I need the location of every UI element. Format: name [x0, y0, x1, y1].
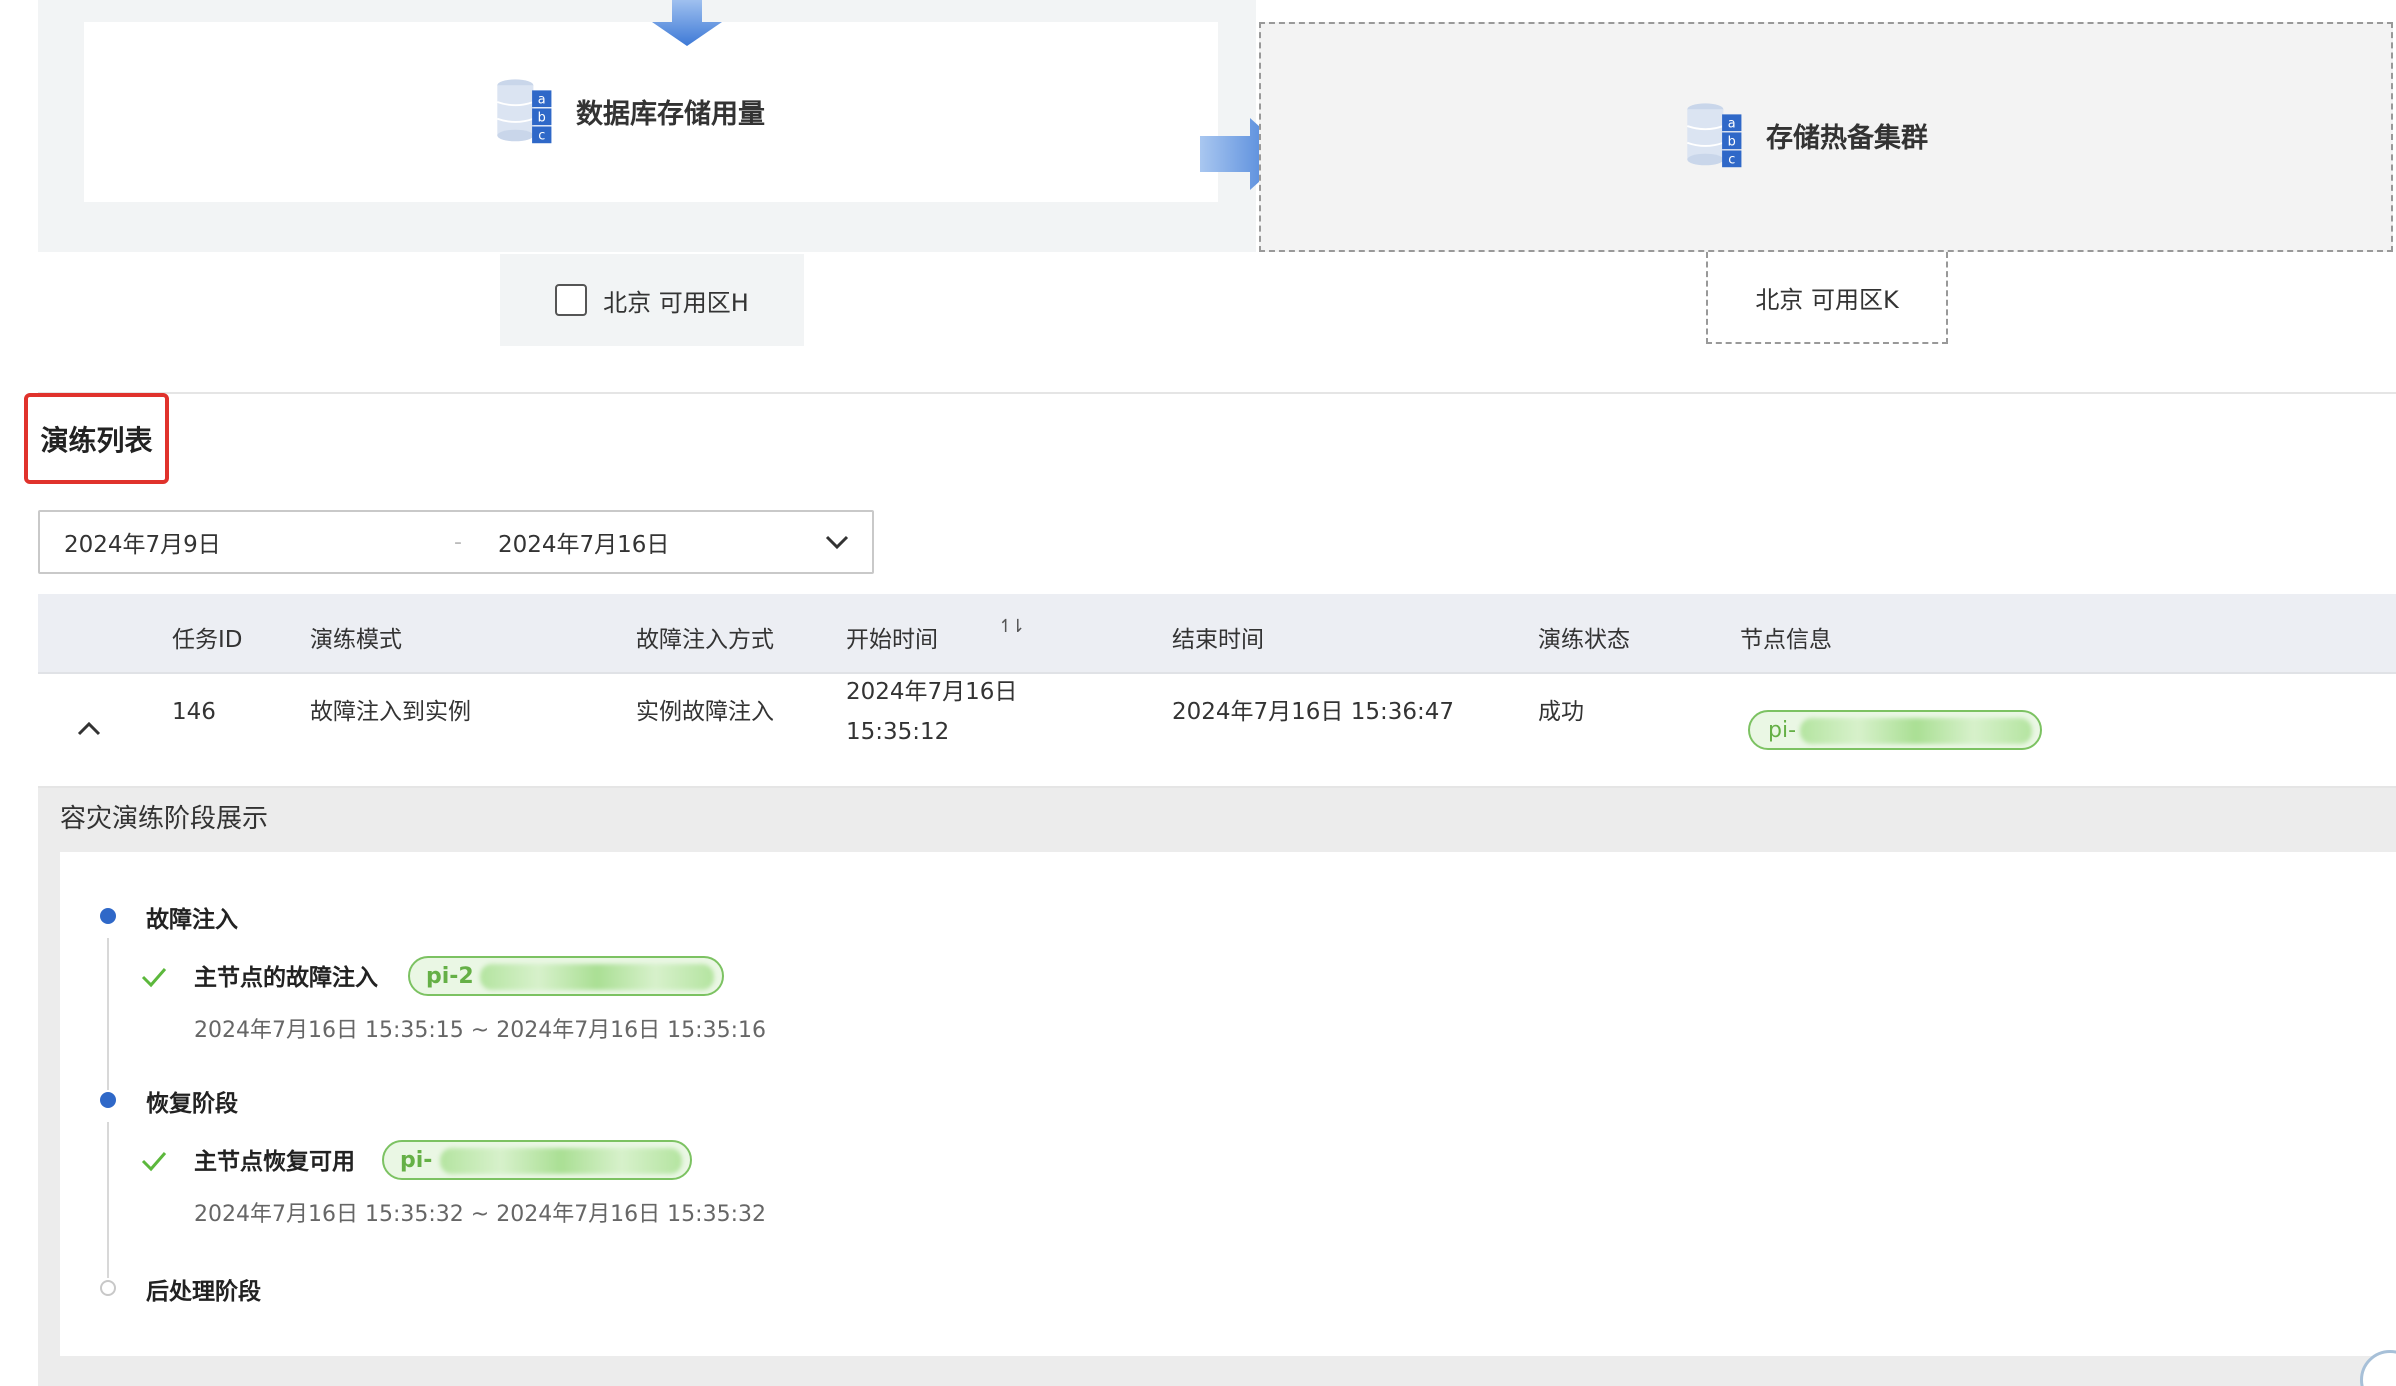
date-separator: -: [454, 529, 462, 555]
column-header-status: 演练状态: [1538, 627, 1630, 653]
source-database[interactable]: a b c 数据库存储用量: [496, 62, 765, 160]
svg-text:b: b: [538, 110, 546, 125]
source-zone-badge[interactable]: 北京 可用区H: [500, 254, 804, 346]
target-zone-badge: 北京 可用区K: [1706, 252, 1948, 344]
column-header-start-time[interactable]: 开始时间: [846, 620, 938, 654]
cell-status: 成功: [1538, 699, 1584, 725]
panel-title: 容灾演练阶段展示: [60, 804, 269, 834]
sort-icon[interactable]: ↿⇂: [998, 616, 1025, 637]
step-label: 主节点恢复可用: [194, 1149, 355, 1175]
source-zone-label: 北京 可用区H: [603, 288, 749, 317]
step-time: 2024年7月16日 15:35:32 ~ 2024年7月16日 15:35:3…: [194, 1202, 766, 1227]
stage-dot-pending: [100, 1280, 116, 1296]
column-header-end-time: 结束时间: [1172, 627, 1264, 653]
database-icon: a b c: [1686, 103, 1742, 167]
date-end[interactable]: 2024年7月16日: [498, 525, 669, 559]
source-db-label: 数据库存储用量: [576, 98, 765, 130]
expanded-panel: 容灾演练阶段展示 故障注入 主节点的故障注入 pi-2 2024年7月16日 1…: [38, 788, 2396, 1386]
stage-label: 恢复阶段: [146, 1091, 238, 1117]
section-title-box: 演练列表: [24, 393, 169, 484]
column-header-injection: 故障注入方式: [636, 627, 774, 653]
redacted-text: [480, 964, 714, 990]
page: a b c 数据库存储用量 a b c 存储热备集群 北京 可用区H 北京 可用…: [0, 0, 2396, 1386]
node-tag-label: pi-: [1768, 717, 1797, 743]
cell-end-time: 2024年7月16日 15:36:47: [1172, 699, 1455, 725]
cell-start-date: 2024年7月16日: [846, 679, 1018, 705]
check-icon: [141, 1152, 167, 1172]
redacted-text: [1800, 718, 2032, 744]
date-start[interactable]: 2024年7月9日: [64, 525, 221, 559]
node-tag-label: pi-2: [426, 963, 474, 989]
collapse-chevron-up-icon[interactable]: [72, 712, 106, 746]
timeline-line: [107, 1122, 109, 1278]
svg-text:a: a: [538, 92, 546, 107]
column-header-mode: 演练模式: [310, 627, 402, 653]
target-db-label: 存储热备集群: [1766, 122, 1928, 154]
divider: [38, 392, 2396, 394]
step-label: 主节点的故障注入: [194, 965, 378, 991]
step-time: 2024年7月16日 15:35:15 ~ 2024年7月16日 15:35:1…: [194, 1018, 766, 1043]
stage-label: 后处理阶段: [146, 1279, 261, 1305]
table-header: 任务ID 演练模式 故障注入方式 开始时间 ↿⇂ 结束时间 演练状态 节点信息: [38, 594, 2396, 674]
table-row[interactable]: 146 故障注入到实例 实例故障注入 2024年7月16日 15:35:12 2…: [38, 674, 2396, 788]
database-icon: a b c: [496, 79, 552, 143]
column-header-task-id: 任务ID: [172, 627, 243, 653]
cell-mode: 故障注入到实例: [310, 699, 471, 725]
stage-dot: [100, 1092, 116, 1108]
svg-text:c: c: [1728, 152, 1735, 167]
cell-injection: 实例故障注入: [636, 699, 774, 725]
target-database[interactable]: a b c 存储热备集群: [1686, 86, 1928, 184]
node-tag[interactable]: pi-: [382, 1140, 692, 1180]
stages-timeline: 故障注入 主节点的故障注入 pi-2 2024年7月16日 15:35:15 ~…: [60, 852, 2396, 1356]
svg-text:a: a: [1728, 116, 1736, 131]
svg-text:c: c: [538, 128, 545, 143]
stage-label: 故障注入: [146, 907, 238, 933]
redacted-text: [440, 1148, 682, 1174]
cell-start-time: 15:35:12: [846, 719, 950, 745]
node-tag[interactable]: pi-: [1748, 710, 2042, 750]
node-tag-label: pi-: [400, 1147, 433, 1173]
date-range-picker[interactable]: 2024年7月9日 - 2024年7月16日: [38, 510, 874, 574]
svg-text:b: b: [1728, 134, 1736, 149]
section-title: 演练列表: [40, 423, 153, 457]
check-icon: [141, 968, 167, 988]
node-tag[interactable]: pi-2: [408, 956, 724, 996]
stage-dot: [100, 908, 116, 924]
zone-checkbox[interactable]: [555, 284, 588, 316]
column-header-node: 节点信息: [1740, 627, 1832, 653]
cell-task-id: 146: [172, 699, 216, 725]
chevron-down-icon[interactable]: [824, 532, 850, 552]
timeline-line: [107, 938, 109, 1090]
down-arrow-icon: [652, 0, 722, 46]
target-zone-label: 北京 可用区K: [1755, 285, 1899, 314]
